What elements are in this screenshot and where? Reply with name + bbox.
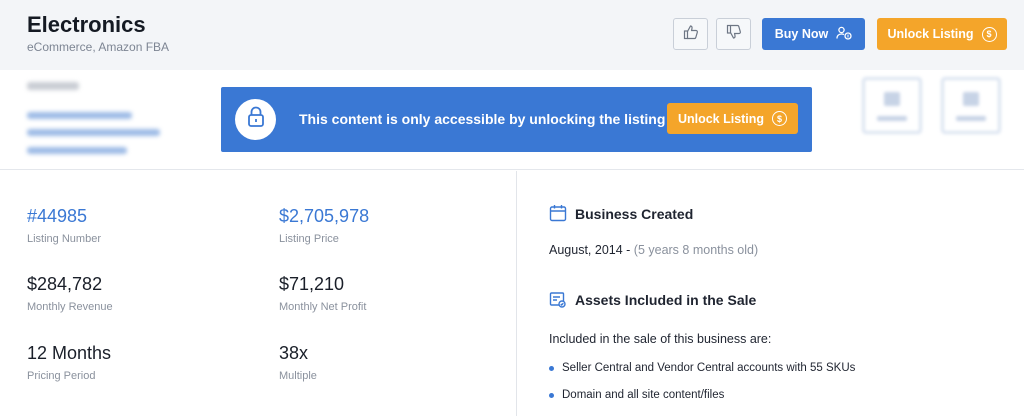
listing-category: eCommerce, Amazon FBA <box>27 40 170 54</box>
stat-pricing-period: 12 Months Pricing Period <box>27 343 111 382</box>
unlock-listing-label: Unlock Listing <box>887 27 974 41</box>
business-created-date: August, 2014 - (5 years 8 months old) <box>549 243 758 257</box>
unlock-listing-label: Unlock Listing <box>677 111 765 126</box>
stat-label: Pricing Period <box>27 370 96 382</box>
lock-badge <box>235 99 276 140</box>
stat-value: $71,210 <box>279 274 345 294</box>
stat-label: Listing Price <box>279 233 339 245</box>
asset-item-text: Seller Central and Vendor Central accoun… <box>562 362 856 374</box>
stat-label: Monthly Net Profit <box>279 301 367 313</box>
thumbs-up-button[interactable] <box>673 18 708 50</box>
column-divider <box>516 171 517 416</box>
created-date: August, 2014 - <box>549 243 634 257</box>
lock-icon <box>247 106 265 133</box>
bullet-dot <box>549 365 554 371</box>
stat-value: #44985 <box>27 206 88 226</box>
stat-value: 38x <box>279 343 309 363</box>
buy-now-label: Buy Now <box>774 27 829 41</box>
listing-header: Electronics eCommerce, Amazon FBA Buy No… <box>0 0 1024 70</box>
coin-dollar-icon: $ <box>981 26 997 42</box>
certificate-icon <box>549 291 567 314</box>
assets-title: Assets Included in the Sale <box>575 292 757 308</box>
stat-multiple: 38x Multiple <box>279 343 317 382</box>
stat-value: $284,782 <box>27 274 103 294</box>
thumbs-down-icon <box>726 24 742 45</box>
coin-dollar-icon: $ <box>772 111 788 126</box>
list-item: Domain and all site content/files <box>549 389 724 401</box>
stat-listing-number: #44985 Listing Number <box>27 206 101 245</box>
user-dollar-icon <box>836 26 852 43</box>
stat-label: Monthly Revenue <box>27 301 113 313</box>
listing-title: Electronics <box>27 12 146 37</box>
business-age: (5 years 8 months old) <box>633 243 759 257</box>
asset-item-text: Domain and all site content/files <box>562 389 725 401</box>
buy-now-button[interactable]: Buy Now <box>762 18 865 50</box>
blurred-link <box>27 129 160 136</box>
stat-value: $2,705,978 <box>279 206 370 226</box>
thumbs-up-icon <box>683 24 699 45</box>
stat-monthly-net-profit: $71,210 Monthly Net Profit <box>279 274 366 313</box>
locked-message: This content is only accessible by unloc… <box>299 111 666 127</box>
blurred-link <box>27 112 132 119</box>
business-created-title: Business Created <box>575 206 694 222</box>
stat-label: Listing Number <box>27 233 101 245</box>
calendar-icon <box>549 204 567 227</box>
stat-value: 12 Months <box>27 343 112 363</box>
unlock-banner: This content is only accessible by unloc… <box>221 87 812 152</box>
blurred-file-box <box>941 77 1001 134</box>
thumbs-down-button[interactable] <box>716 18 751 50</box>
assets-intro: Included in the sale of this business ar… <box>549 332 772 346</box>
stat-label: Multiple <box>279 370 317 382</box>
stat-monthly-revenue: $284,782 Monthly Revenue <box>27 274 113 313</box>
bullet-dot <box>549 392 554 398</box>
blurred-file-box <box>862 77 922 134</box>
unlock-listing-button[interactable]: Unlock Listing $ <box>877 18 1007 50</box>
blurred-link <box>27 147 127 154</box>
stat-listing-price: $2,705,978 Listing Price <box>279 206 369 245</box>
list-item: Seller Central and Vendor Central accoun… <box>549 362 855 374</box>
unlock-listing-banner-button[interactable]: Unlock Listing $ <box>667 103 798 134</box>
blurred-label <box>27 82 79 90</box>
